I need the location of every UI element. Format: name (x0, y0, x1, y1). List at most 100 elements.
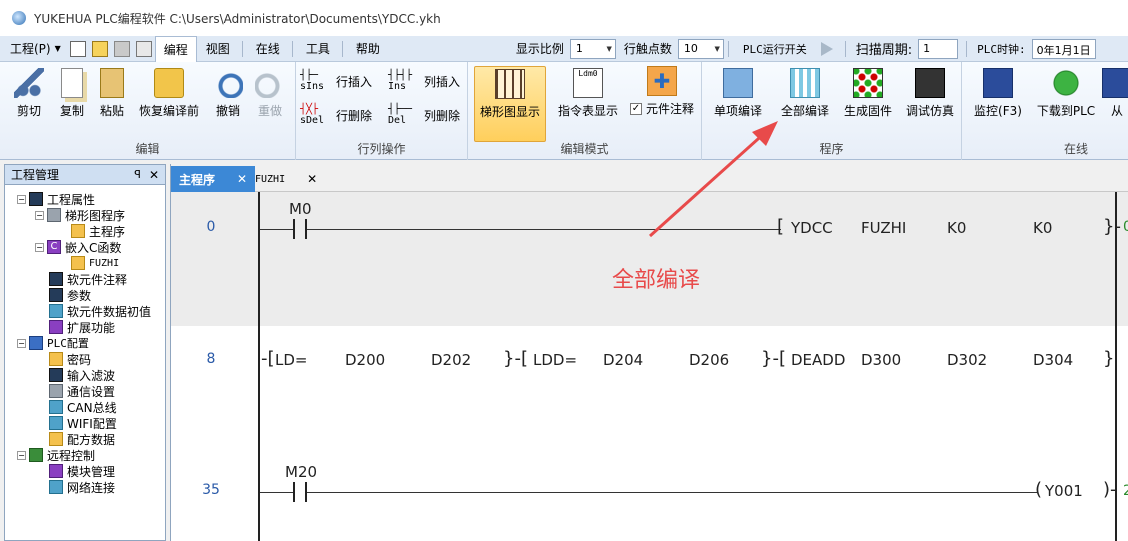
panel-header: 工程管理 ꟼ ✕ (5, 165, 165, 185)
tree-label: PLC配置 (47, 337, 89, 350)
contacts-select[interactable]: 10 ▼ (677, 38, 724, 59)
panel-title: 工程管理 (11, 168, 60, 182)
tree-node-extensions[interactable]: 扩展功能 (49, 319, 115, 335)
pin-icon[interactable]: ꟼ (134, 168, 141, 181)
tree-node-plc-config[interactable]: − PLC配置 (17, 335, 89, 351)
tab-view[interactable]: 视图 (197, 36, 238, 61)
col-delete-button[interactable]: ┤├── Del 列删除 (388, 100, 460, 130)
contact-symbol[interactable] (293, 219, 307, 239)
tree-label: 网络连接 (67, 480, 116, 495)
tree-node-comm-settings[interactable]: 通信设置 (49, 383, 115, 399)
monitor-button[interactable]: 监控(F3) (966, 66, 1030, 142)
restore-button[interactable]: 恢复编译前 (134, 66, 204, 142)
group-label: 行列操作 (357, 142, 406, 156)
play-icon[interactable] (820, 41, 833, 56)
undo-button[interactable]: 撤销 (206, 66, 250, 142)
redo-button[interactable]: 重做 (248, 66, 292, 142)
clipboard-icon[interactable] (135, 40, 152, 57)
scan-period-label: 扫描周期: (855, 43, 913, 58)
instruction-operand: K0 (1033, 219, 1053, 237)
tree-node-input-filter[interactable]: 输入滤波 (49, 367, 115, 383)
status-mark: 2 (1123, 483, 1128, 499)
paste-button[interactable]: 粘贴 (92, 66, 132, 142)
contact-symbol[interactable] (293, 482, 307, 502)
tree-node-main-program[interactable]: 主程序 (71, 223, 125, 239)
tree-node-can-bus[interactable]: CAN总线 (49, 399, 117, 415)
tab-main-program[interactable]: 主程序 ✕ (171, 166, 256, 192)
undo-icon (213, 68, 243, 98)
instruction-bracket: -[ (261, 348, 275, 369)
button-label: 粘贴 (99, 104, 124, 118)
col-insert-button[interactable]: ┤├┤├ Ins 列插入 (388, 66, 460, 96)
rung-8[interactable]: 8 -[ LD= D200 D202 }-[ LDD= D204 D206 }-… (171, 326, 1128, 456)
tree-label: CAN总线 (67, 400, 117, 415)
button-label: 梯形图显示 (479, 105, 540, 119)
ladder-view-button[interactable]: 梯形图显示 (474, 66, 546, 142)
tree-label: 模块管理 (67, 464, 116, 479)
download-icon (1051, 68, 1081, 98)
close-icon[interactable]: ✕ (149, 168, 159, 182)
tree-node-wifi[interactable]: WIFI配置 (49, 415, 117, 431)
tree-node-recipe[interactable]: 配方数据 (49, 431, 115, 447)
tree-node-fuzhi[interactable]: FUZHI (71, 255, 119, 271)
row-delete-button[interactable]: ┤╳├ sDel 行删除 (300, 100, 372, 130)
save-icon[interactable] (113, 40, 130, 57)
tree-node-network[interactable]: 网络连接 (49, 479, 115, 495)
cut-button[interactable]: 剪切 (2, 66, 56, 142)
project-menu[interactable]: 工程(P) ▼ (0, 36, 67, 61)
tree-node-device-comments[interactable]: 软元件注释 (49, 271, 127, 287)
collapse-icon[interactable]: − (17, 338, 26, 348)
icon-code: sDel (300, 115, 325, 126)
can-bus-icon (49, 400, 63, 414)
tree-node-module-management[interactable]: 模块管理 (49, 463, 115, 479)
close-icon[interactable]: ✕ (307, 172, 317, 186)
button-label: 行插入 (336, 74, 373, 89)
tree-node-password[interactable]: 密码 (49, 351, 91, 367)
tab-label: 编程 (163, 43, 188, 57)
divider (966, 40, 968, 57)
tree-node-project-properties[interactable]: − 工程属性 (17, 191, 95, 207)
new-file-icon[interactable] (69, 40, 86, 57)
chevron-down-icon: ▼ (714, 44, 720, 53)
open-folder-icon[interactable] (91, 40, 108, 57)
tab-help[interactable]: 帮助 (347, 36, 388, 61)
generate-firmware-button[interactable]: 生成固件 (836, 66, 900, 142)
tab-tools[interactable]: 工具 (297, 36, 338, 61)
collapse-icon[interactable]: − (35, 242, 44, 252)
contacts-value: 10 (683, 42, 698, 55)
right-power-rail (1115, 192, 1117, 541)
tree-node-remote-control[interactable]: − 远程控制 (17, 447, 95, 463)
tree-node-ladder-program[interactable]: − 梯形图程序 (35, 207, 125, 223)
button-label: 从 (1110, 104, 1123, 118)
tab-programming[interactable]: 编程 (154, 35, 197, 63)
button-label: 指令表显示 (557, 104, 618, 118)
copy-button[interactable]: 复制 (56, 66, 88, 142)
icon-code: Del (388, 115, 407, 126)
folder-icon (71, 256, 85, 270)
download-to-plc-button[interactable]: 下载到PLC (1034, 66, 1098, 142)
folder-icon (71, 224, 85, 238)
row-insert-button[interactable]: ┤├─ sIns 行插入 (300, 66, 372, 96)
instruction-bracket: }-[ (761, 348, 786, 369)
tree-node-parameters[interactable]: 参数 (49, 287, 91, 303)
tab-fuzhi[interactable]: FUZHI ✕ (247, 166, 325, 192)
collapse-icon[interactable]: − (17, 194, 26, 204)
close-icon[interactable]: ✕ (237, 172, 247, 186)
button-label: 调试仿真 (905, 104, 954, 118)
scan-period-field[interactable]: 1 (918, 38, 959, 59)
tab-online[interactable]: 在线 (247, 36, 288, 61)
plc-clock-field[interactable]: 0年1月1日 (1031, 38, 1096, 59)
communication-icon (49, 384, 63, 398)
collapse-icon[interactable]: − (35, 210, 44, 220)
debug-simulate-button[interactable]: 调试仿真 (898, 66, 962, 142)
zoom-select[interactable]: 1 ▼ (569, 38, 616, 59)
instruction-list-button[interactable]: Ldm0 指令表显示 (550, 66, 626, 142)
status-mark: 0 (1123, 219, 1128, 235)
tree-node-embedded-c[interactable]: − C 嵌入C函数 (35, 239, 121, 255)
network-icon (49, 480, 63, 494)
collapse-icon[interactable]: − (17, 450, 26, 460)
rung-35[interactable]: 35 M20 ( Y001 )- 2 (171, 456, 1128, 541)
upload-from-plc-button[interactable]: 从 (1102, 66, 1128, 142)
tree-node-initial-values[interactable]: 软元件数据初值 (49, 303, 151, 319)
col-insert-icon: ┤├┤├ Ins (388, 70, 413, 92)
